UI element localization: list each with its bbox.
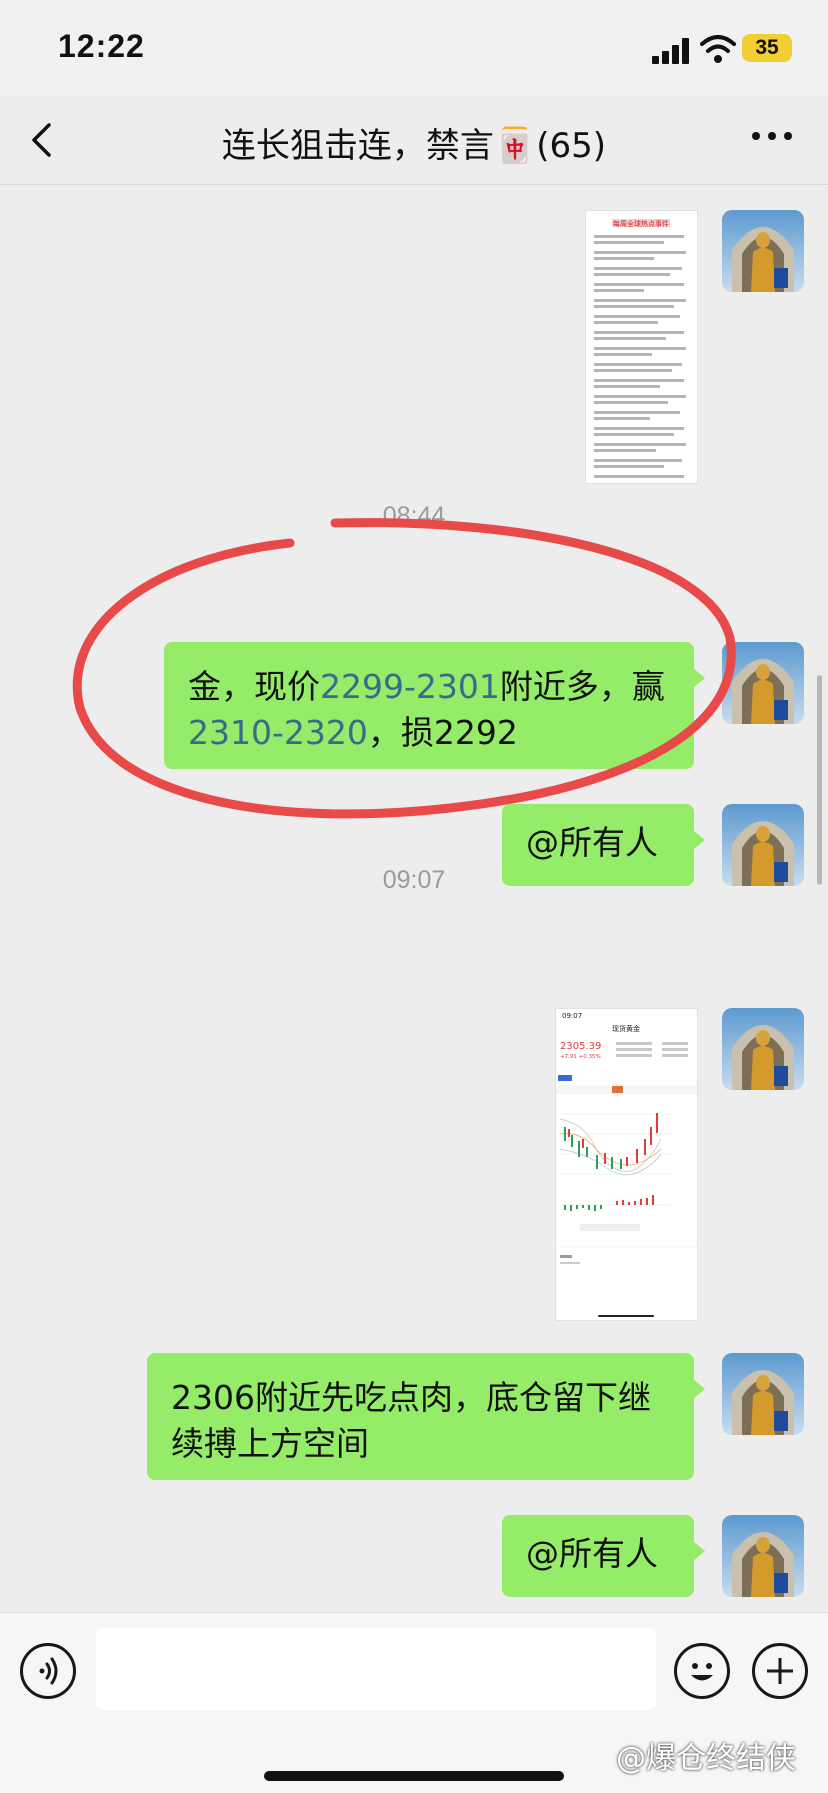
buddha-statue-avatar — [722, 642, 804, 724]
status-bar: 12:22 35 — [0, 0, 828, 96]
voice-input-button[interactable] — [20, 1643, 76, 1699]
back-arrow-icon[interactable] — [30, 122, 52, 158]
signal-icon — [652, 38, 692, 64]
more-options-icon[interactable] — [752, 132, 792, 144]
message-text: ，损2292 — [367, 713, 518, 752]
avatar[interactable] — [722, 1008, 804, 1090]
avatar[interactable] — [722, 1353, 804, 1435]
voice-icon — [39, 1657, 58, 1685]
message-text: 附近多，赢 — [499, 667, 665, 706]
avatar[interactable] — [722, 642, 804, 724]
price-range-link[interactable]: 2299-2301 — [320, 667, 500, 706]
chart-screenshot-message[interactable]: 09:07 现货黄金 2305.39 +7.91 +0.35% — [555, 1008, 698, 1321]
text-message-bubble[interactable]: 金，现价2299-2301附近多，赢 2310-2320，损2292 — [164, 642, 705, 769]
scrollbar[interactable] — [817, 675, 822, 885]
buddha-statue-avatar — [722, 1515, 804, 1597]
home-indicator — [264, 1771, 564, 1781]
chart-screenshot-price: 2305.39 — [560, 1041, 601, 1052]
chart-screenshot-change: +7.91 +0.35% — [560, 1054, 601, 1060]
avatar[interactable] — [722, 1515, 804, 1597]
plus-icon — [767, 1658, 793, 1684]
chat-message-list[interactable]: 每周全球热点事件 08:44 金，现价2299-2301附近多，赢2310-23… — [0, 185, 828, 1610]
emoji-button[interactable] — [674, 1643, 730, 1699]
wifi-icon — [700, 35, 736, 63]
message-timestamp: 09:07 — [382, 866, 446, 894]
status-time: 12:22 — [58, 28, 145, 64]
message-input-bar: @爆仓终结侠 — [0, 1612, 828, 1793]
battery-indicator: 35 — [742, 34, 792, 62]
text-message-bubble[interactable]: 2306附近先吃点肉，底仓留下继续搏上方空间 — [147, 1353, 705, 1480]
more-actions-button[interactable] — [752, 1643, 808, 1699]
avatar[interactable] — [722, 210, 804, 292]
message-timestamp: 08:44 — [382, 502, 446, 530]
chart-screenshot-title: 现货黄金 — [612, 1024, 640, 1033]
buddha-statue-avatar — [722, 210, 804, 292]
mention-all-bubble[interactable]: @所有人 — [502, 1515, 705, 1597]
chat-header: 连长狙击连，禁言🀄(65) — [0, 96, 828, 185]
buddha-statue-avatar — [722, 1008, 804, 1090]
message-input[interactable] — [96, 1628, 656, 1710]
document-image-message[interactable]: 每周全球热点事件 — [585, 210, 698, 484]
buddha-statue-avatar — [722, 1353, 804, 1435]
target-range-link[interactable]: 2310-2320 — [188, 713, 368, 752]
chat-title: 连长狙击连，禁言🀄(65) — [221, 126, 607, 166]
watermark: @爆仓终结侠 — [616, 1741, 796, 1776]
smiley-icon — [691, 1663, 713, 1681]
chart-screenshot-time: 09:07 — [562, 1012, 582, 1020]
message-text: 金，现价 — [188, 667, 320, 706]
document-heading: 每周全球热点事件 — [613, 219, 669, 228]
chart-screenshot: 09:07 现货黄金 2305.39 +7.91 +0.35% — [556, 1009, 697, 1320]
document-thumbnail: 每周全球热点事件 — [586, 211, 697, 483]
